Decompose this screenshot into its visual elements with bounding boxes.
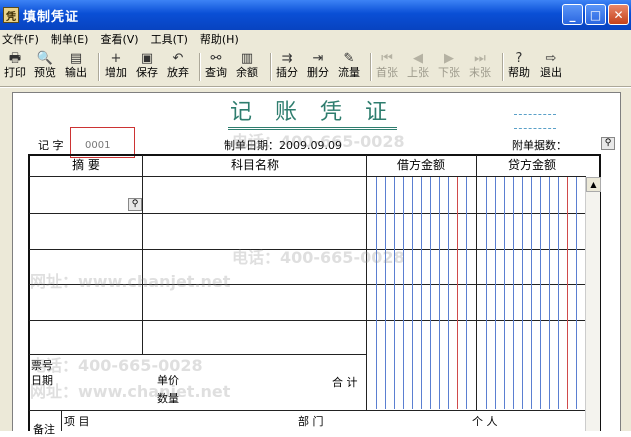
prev-voucher-button[interactable]: ◀ 上张 [407,50,429,84]
first-voucher-button[interactable]: ⏮ 首张 [376,50,398,84]
discard-button[interactable]: ↶ 放弃 [167,50,189,84]
menu-help[interactable]: 帮助(H) [200,31,239,47]
credit-amount-grid[interactable] [477,177,585,409]
insert-row-icon: ⇉ [281,51,293,66]
column-header-account: 科目名称 [230,158,279,172]
watermark-site: 网址：www.chanjet.net [30,272,231,291]
menu-tools[interactable]: 工具(T) [151,31,188,47]
voucher-title: 记 账 凭 证 [228,99,397,130]
summary-search-icon[interactable]: ⚲ [128,198,142,211]
menu-view[interactable]: 查看(V) [100,31,138,47]
project-label: 项 目 [64,415,90,428]
column-header-credit: 贷方金额 [507,158,556,172]
dashed-line [514,128,556,129]
last-voucher-button[interactable]: ⏭ 末张 [469,50,491,84]
remarks-label: 备注 [33,423,55,436]
watermark-phone: 电话：400-665-0028 [30,356,203,375]
delete-row-button[interactable]: ⇥ 删分 [307,50,329,84]
toolbar: 🖶 打印 🔍 预览 ▤ 输出 + 增加 ▣ 保存 ↶ 放弃 ⚯ 查询 ▥ 余额 ⇉ 插分 ⇥ 删分 … [0,47,631,87]
app-icon: 凭 [3,7,19,23]
column-header-summary: 摘 要 [72,158,100,172]
insert-row-button[interactable]: ⇉ 插分 [276,50,298,84]
help-icon: ? [515,51,523,66]
add-icon: + [110,51,122,66]
debit-amount-grid[interactable] [367,177,475,409]
bar-chart-icon: ▥ [240,51,254,66]
department-label: 部 门 [298,415,324,428]
maximize-button[interactable]: □ [585,4,606,25]
print-button[interactable]: 🖶 打印 [4,50,26,84]
column-header-debit: 借方金额 [396,158,445,172]
person-label: 个 人 [472,415,498,428]
attachments-search-icon[interactable]: ⚲ [601,137,615,150]
window-title: 填制凭证 [23,9,80,25]
vertical-scrollbar[interactable]: ▲ [585,177,601,431]
first-icon: ⏮ [381,51,393,66]
title-bar: 凭 填制凭证 _ □ ✕ [0,0,631,30]
add-button[interactable]: + 增加 [105,50,127,84]
next-icon: ▶ [444,51,454,66]
delete-row-icon: ⇥ [312,51,324,66]
next-voucher-button[interactable]: ▶ 下张 [438,50,460,84]
scroll-up-icon[interactable]: ▲ [586,177,601,192]
menu-voucher[interactable]: 制单(E) [51,31,89,47]
preview-button[interactable]: 🔍 预览 [34,50,56,84]
cash-flow-button[interactable]: ✎ 流量 [338,50,360,84]
help-button[interactable]: ? 帮助 [508,50,530,84]
dashed-line [514,114,556,115]
printer-icon: 🖶 [8,51,22,66]
save-icon: ▣ [140,51,154,66]
menu-file[interactable]: 文件(F) [2,31,39,47]
watermark-phone: 电话：400-665-0028 [232,248,405,267]
pencil-icon: ✎ [343,51,355,66]
exit-icon: ⇨ [545,51,557,66]
binoculars-icon: ⚯ [210,51,222,66]
attachments-label: 附单据数： [512,139,567,152]
exit-button[interactable]: ⇨ 退出 [540,50,562,84]
export-icon: ▤ [69,51,83,66]
preview-icon: 🔍 [36,51,54,66]
menu-bar: 文件(F) 制单(E) 查看(V) 工具(T) 帮助(H) [0,30,631,47]
query-button[interactable]: ⚯ 查询 [205,50,227,84]
voucher-type-label: 记 字 [38,139,64,152]
watermark-phone: 电话：400-665-0028 [232,132,405,151]
export-button[interactable]: ▤ 输出 [65,50,87,84]
save-button[interactable]: ▣ 保存 [136,50,158,84]
balance-button[interactable]: ▥ 余额 [236,50,258,84]
total-label: 合 计 [332,376,358,389]
watermark-site: 网址：www.chanjet.net [30,382,231,401]
undo-icon: ↶ [172,51,184,66]
last-icon: ⏭ [474,51,486,66]
prev-icon: ◀ [413,51,423,66]
minimize-button[interactable]: _ [562,4,583,25]
close-button[interactable]: ✕ [608,4,629,25]
